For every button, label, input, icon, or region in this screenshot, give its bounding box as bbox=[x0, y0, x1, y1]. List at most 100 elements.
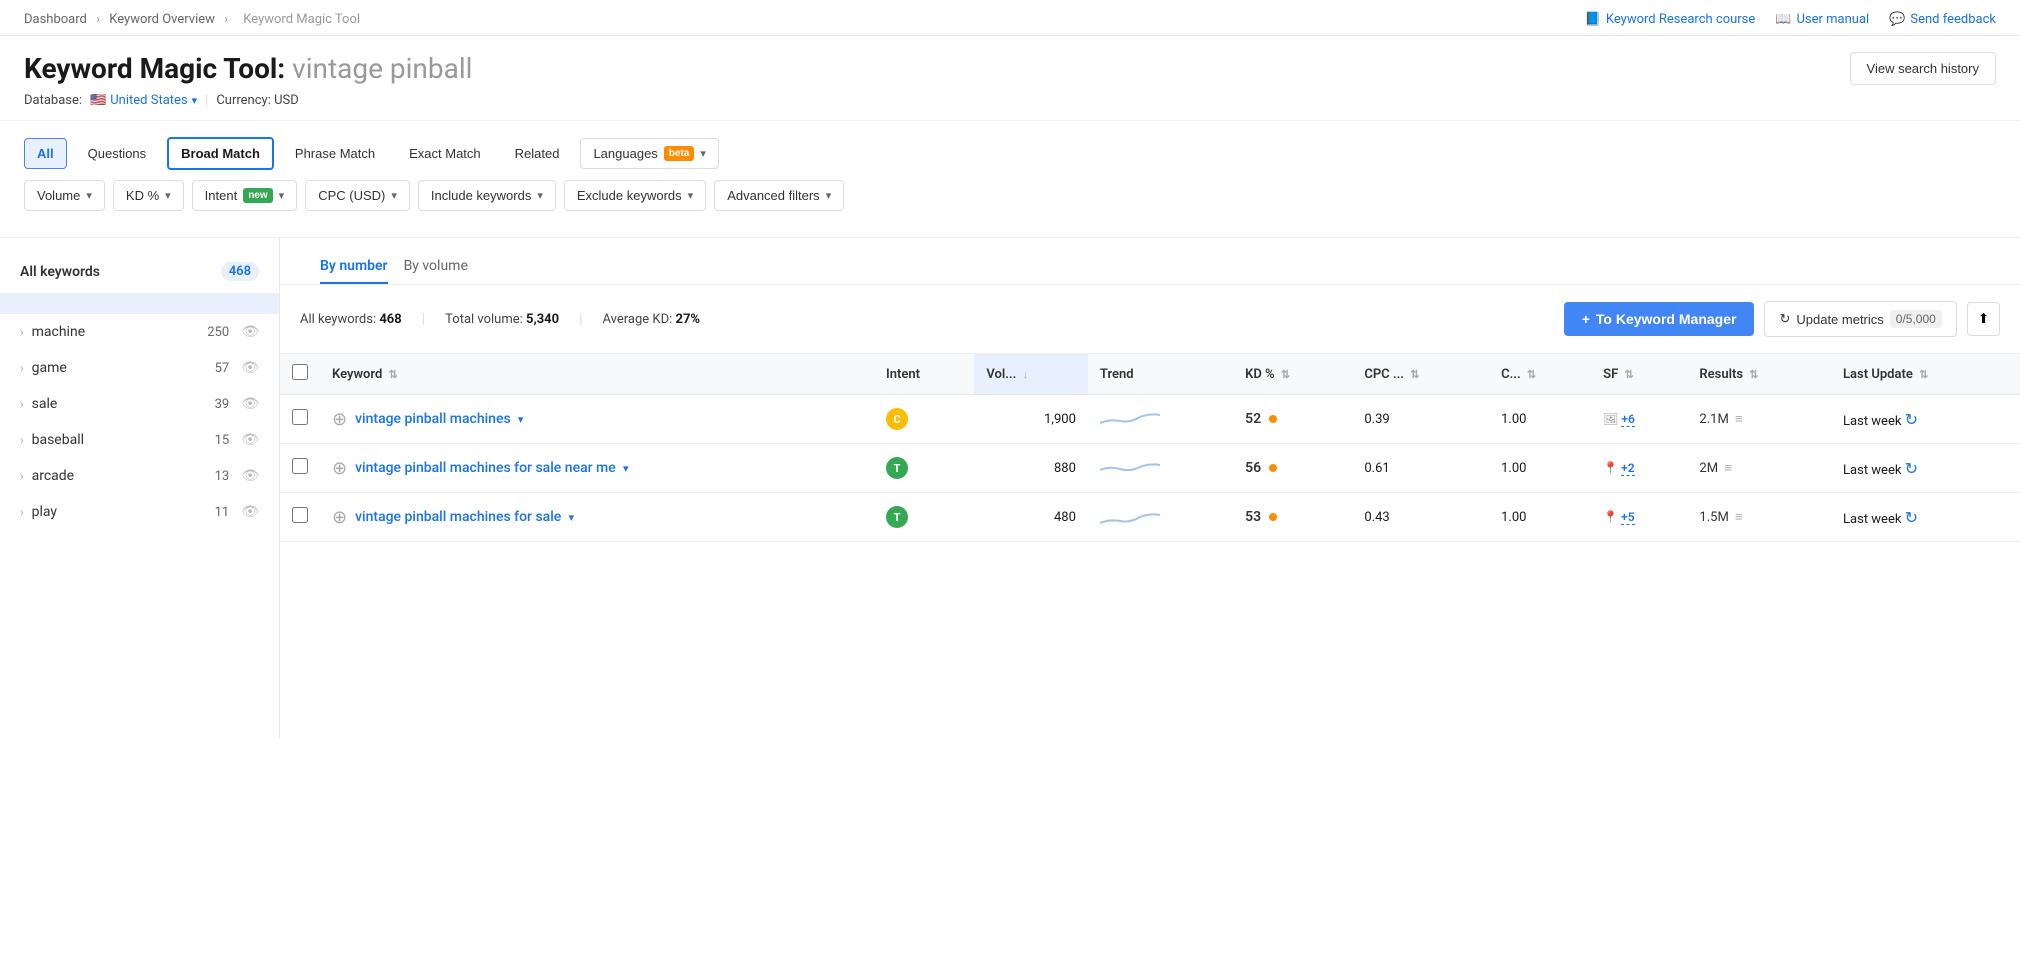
exclude-keywords-filter[interactable]: Exclude keywords ▾ bbox=[564, 180, 706, 211]
keyword-link[interactable]: vintage pinball machines for sale bbox=[355, 509, 561, 525]
keyword-link[interactable]: vintage pinball machines bbox=[355, 411, 511, 427]
row-checkbox[interactable] bbox=[292, 507, 308, 523]
select-all-checkbox[interactable] bbox=[292, 364, 308, 380]
link-manual[interactable]: 📖 User manual bbox=[1775, 12, 1869, 27]
export-button[interactable]: ⬆ bbox=[1967, 302, 2000, 336]
table-row: ⊕ vintage pinball machines ▾ C 1,900 bbox=[280, 395, 2020, 444]
results-cell: 2M ≡ bbox=[1687, 444, 1831, 493]
view-history-button[interactable]: View search history bbox=[1850, 52, 1996, 85]
sidebar-item-machine[interactable]: › machine 250 👁 bbox=[0, 314, 279, 350]
row-checkbox[interactable] bbox=[292, 458, 308, 474]
col-sf: SF ⇅ bbox=[1591, 354, 1687, 395]
chevron-down-icon: ▾ bbox=[391, 189, 397, 202]
sf-cell: 🖼 +6 bbox=[1591, 395, 1687, 444]
sidebar-item-baseball[interactable]: › baseball 15 👁 bbox=[0, 422, 279, 458]
stats-actions: + To Keyword Manager ↻ Update metrics 0/… bbox=[1564, 301, 2000, 337]
sf-count[interactable]: +5 bbox=[1621, 510, 1634, 525]
link-course[interactable]: 📘 Keyword Research course bbox=[1585, 12, 1756, 27]
tab-questions[interactable]: Questions bbox=[75, 138, 160, 169]
volume-cell: 1,900 bbox=[974, 395, 1088, 444]
add-keyword-button[interactable]: ⊕ bbox=[332, 507, 347, 528]
volume-cell: 880 bbox=[974, 444, 1088, 493]
keywords-table: Keyword ⇅ Intent Vol... ↓ Trend KD % bbox=[280, 354, 2020, 542]
top-bar: Dashboard › Keyword Overview › Keyword M… bbox=[0, 0, 2020, 36]
kd-cell: 52 bbox=[1233, 395, 1352, 444]
chevron-right-icon: › bbox=[20, 325, 24, 339]
tab-phrase-match[interactable]: Phrase Match bbox=[282, 138, 388, 169]
col-kd: KD % ⇅ bbox=[1233, 354, 1352, 395]
eye-icon: 👁 bbox=[241, 468, 259, 484]
include-keywords-filter[interactable]: Include keywords ▾ bbox=[418, 180, 556, 211]
col-last-update: Last Update ⇅ bbox=[1831, 354, 2020, 395]
cpc-filter[interactable]: CPC (USD) ▾ bbox=[305, 180, 410, 211]
keyword-dropdown-icon[interactable]: ▾ bbox=[518, 413, 524, 426]
main-content: By number By volume All keywords: 468 | … bbox=[280, 238, 2020, 738]
eye-icon: 👁 bbox=[241, 504, 259, 520]
location-icon: 📍 bbox=[1603, 461, 1618, 475]
trend-cell bbox=[1088, 444, 1233, 493]
row-checkbox[interactable] bbox=[292, 409, 308, 425]
sidebar-item-play[interactable]: › play 11 👁 bbox=[0, 494, 279, 530]
volume-filter[interactable]: Volume ▾ bbox=[24, 180, 105, 211]
tab-by-volume[interactable]: By volume bbox=[404, 250, 468, 284]
keyword-dropdown-icon[interactable]: ▾ bbox=[623, 462, 629, 475]
tab-related[interactable]: Related bbox=[502, 138, 573, 169]
col-com: C... ⇅ bbox=[1489, 354, 1591, 395]
database-selector[interactable]: 🇺🇸 United States ▾ bbox=[90, 93, 197, 108]
keyword-dropdown-icon[interactable]: ▾ bbox=[569, 511, 575, 524]
sort-icon: ⇅ bbox=[1749, 368, 1758, 381]
tab-exact-match[interactable]: Exact Match bbox=[396, 138, 494, 169]
link-feedback[interactable]: 💬 Send feedback bbox=[1889, 12, 1996, 27]
intent-badge: T bbox=[886, 506, 908, 528]
advanced-filters[interactable]: Advanced filters ▾ bbox=[714, 180, 844, 211]
list-icon: ≡ bbox=[1735, 510, 1743, 525]
breadcrumb: Dashboard › Keyword Overview › Keyword M… bbox=[24, 12, 366, 27]
eye-icon: 👁 bbox=[241, 432, 259, 448]
chevron-down-icon: ▾ bbox=[826, 189, 832, 202]
tab-by-number[interactable]: By number bbox=[320, 250, 388, 284]
breadcrumb-current: Keyword Magic Tool bbox=[243, 12, 360, 27]
sidebar-item-arcade[interactable]: › arcade 13 👁 bbox=[0, 458, 279, 494]
sort-icon: ⇅ bbox=[1919, 368, 1928, 381]
eye-icon: 👁 bbox=[241, 324, 259, 340]
dropdown-filters-row: Volume ▾ KD % ▾ Intent new ▾ CPC (USD) ▾… bbox=[24, 180, 1996, 211]
sidebar-item-all[interactable] bbox=[0, 294, 279, 314]
all-keywords-stat: All keywords: 468 bbox=[300, 312, 402, 327]
sort-icon: ⇅ bbox=[1624, 368, 1633, 381]
breadcrumb-dashboard[interactable]: Dashboard bbox=[24, 12, 87, 27]
filters-section: All Questions Broad Match Phrase Match E… bbox=[0, 121, 2020, 238]
tab-broad-match[interactable]: Broad Match bbox=[167, 137, 274, 170]
results-cell: 1.5M ≡ bbox=[1687, 493, 1831, 542]
com-cell: 1.00 bbox=[1489, 493, 1591, 542]
sf-count[interactable]: +2 bbox=[1621, 461, 1634, 476]
chevron-down-icon: ▾ bbox=[192, 94, 198, 107]
col-cpc: CPC ... ⇅ bbox=[1352, 354, 1489, 395]
refresh-icon[interactable]: ↻ bbox=[1905, 459, 1918, 478]
keyword-manager-button[interactable]: + To Keyword Manager bbox=[1564, 302, 1755, 336]
update-metrics-button[interactable]: ↻ Update metrics 0/5,000 bbox=[1764, 301, 1956, 337]
kd-filter[interactable]: KD % ▾ bbox=[113, 180, 184, 211]
keyword-link[interactable]: vintage pinball machines for sale near m… bbox=[355, 460, 616, 476]
volume-cell: 480 bbox=[974, 493, 1088, 542]
export-icon: ⬆ bbox=[1978, 311, 1989, 326]
add-keyword-button[interactable]: ⊕ bbox=[332, 458, 347, 479]
kd-cell: 56 bbox=[1233, 444, 1352, 493]
chevron-down-icon: ▾ bbox=[165, 189, 171, 202]
flag-icon: 🇺🇸 bbox=[90, 93, 106, 108]
refresh-icon[interactable]: ↻ bbox=[1905, 508, 1918, 527]
sf-count[interactable]: +6 bbox=[1621, 412, 1634, 427]
trend-cell bbox=[1088, 493, 1233, 542]
sidebar-item-sale[interactable]: › sale 39 👁 bbox=[0, 386, 279, 422]
intent-filter[interactable]: Intent new ▾ bbox=[192, 180, 298, 211]
breadcrumb-keyword-overview[interactable]: Keyword Overview bbox=[109, 12, 215, 27]
refresh-icon: ↻ bbox=[1779, 311, 1790, 327]
refresh-icon[interactable]: ↻ bbox=[1905, 410, 1918, 429]
com-cell: 1.00 bbox=[1489, 395, 1591, 444]
list-icon: ≡ bbox=[1724, 461, 1732, 476]
add-keyword-button[interactable]: ⊕ bbox=[332, 409, 347, 430]
table-row: ⊕ vintage pinball machines for sale ▾ T … bbox=[280, 493, 2020, 542]
languages-filter[interactable]: Languages beta ▾ bbox=[580, 138, 718, 169]
sidebar-item-game[interactable]: › game 57 👁 bbox=[0, 350, 279, 386]
col-intent: Intent bbox=[874, 354, 974, 395]
tab-all[interactable]: All bbox=[24, 138, 67, 169]
